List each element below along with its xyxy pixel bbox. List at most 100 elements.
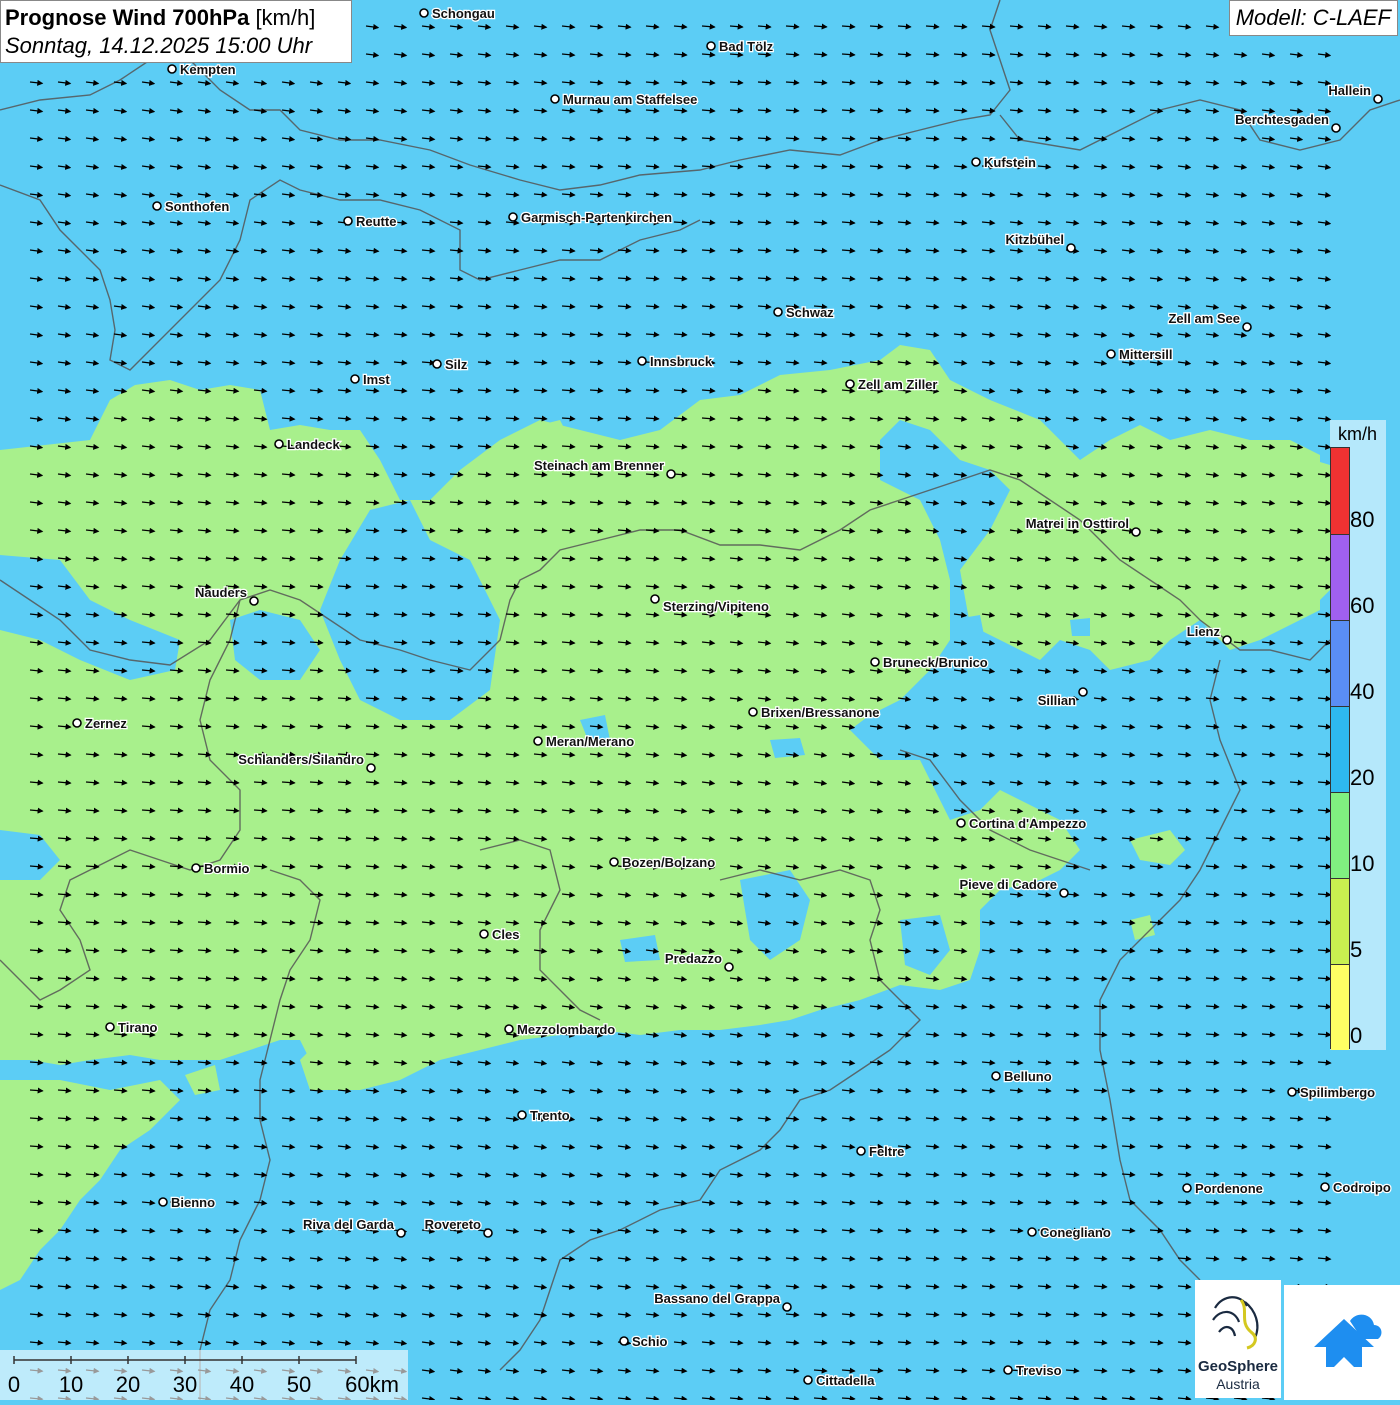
city-dot: [856, 1146, 866, 1156]
city-dot: [517, 1110, 527, 1120]
city-dot: [1222, 635, 1232, 645]
cloud-arrow-icon: [1314, 1314, 1382, 1367]
city-label: Bad Tölz: [719, 39, 774, 54]
city-dot: [650, 594, 660, 604]
legend-tick-80: 80: [1350, 507, 1375, 532]
city-label: Spilimbergo: [1300, 1085, 1375, 1100]
city-dot: [1078, 687, 1088, 697]
city-label: Reutte: [356, 214, 396, 229]
city-marker: Spilimbergo: [1287, 1084, 1376, 1101]
legend-tick-5: 5: [1350, 937, 1363, 962]
city-label: Zell am See: [1168, 311, 1240, 326]
city-label: Steinach am Brenner: [534, 458, 664, 473]
city-dot: [249, 596, 259, 606]
city-dot: [72, 718, 82, 728]
city-dot: [533, 736, 543, 746]
city-label: Mezzolombardo: [517, 1022, 615, 1037]
city-label: Cles: [492, 927, 519, 942]
city-dot: [773, 307, 783, 317]
city-label: Garmisch-Partenkirchen: [521, 210, 672, 225]
city-marker: Mezzolombardo: [504, 1021, 617, 1038]
city-dot: [666, 469, 676, 479]
city-dot: [991, 1071, 1001, 1081]
city-dot: [870, 657, 880, 667]
legend-tick-20: 20: [1350, 765, 1375, 790]
scale-label-10: 10: [59, 1372, 83, 1397]
city-dot: [504, 1024, 514, 1034]
city-label: Cittadella: [816, 1373, 875, 1388]
city-marker: Pordenone: [1182, 1180, 1264, 1197]
city-dot: [1373, 94, 1383, 104]
city-label: Pordenone: [1195, 1181, 1263, 1196]
legend-tick-0: 0: [1350, 1023, 1363, 1048]
city-label: Berchtesgaden: [1235, 112, 1329, 127]
scale-label-40: 40: [230, 1372, 254, 1397]
map-title-main: Prognose Wind 700hPa: [5, 5, 250, 30]
city-dot: [167, 64, 177, 74]
city-label: Innsbruck: [650, 354, 713, 369]
geosphere-logo[interactable]: GeoSphere Austria: [1195, 1280, 1281, 1398]
city-dot: [619, 1336, 629, 1346]
city-label: Schio: [632, 1334, 667, 1349]
scale-label-30: 30: [173, 1372, 197, 1397]
city-label: Bormio: [204, 861, 250, 876]
city-dot: [152, 201, 162, 211]
scale-label-0: 0: [8, 1372, 20, 1397]
legend-colorbar: [1330, 447, 1350, 1050]
scale-bar-ruler: 0 10 20 30 40 50 60km: [8, 1356, 399, 1397]
legend-tick-60: 60: [1350, 593, 1375, 618]
city-dot: [1242, 322, 1252, 332]
city-dot: [956, 818, 966, 828]
map-title-unit: [km/h]: [255, 5, 316, 30]
city-label: Hallein: [1328, 83, 1371, 98]
city-marker: Brixen/Bressanone: [748, 704, 881, 721]
legend-tick-10: 10: [1350, 851, 1375, 876]
city-label: Rovereto: [425, 1217, 481, 1232]
scale-label-50: 50: [287, 1372, 311, 1397]
city-label: Riva del Garda: [303, 1217, 395, 1232]
city-dot: [550, 94, 560, 104]
city-label: Murnau am Staffelsee: [563, 92, 697, 107]
city-marker: Innsbruck: [637, 353, 714, 370]
city-dot: [1287, 1087, 1297, 1097]
city-dot: [1331, 123, 1341, 133]
scale-label-20: 20: [116, 1372, 140, 1397]
city-label: Sonthofen: [165, 199, 229, 214]
city-dot: [748, 707, 758, 717]
logo-line-geosphere: GeoSphere: [1197, 1358, 1279, 1375]
city-label: Tirano: [118, 1020, 158, 1035]
city-dot: [483, 1228, 493, 1238]
legend-tick-40: 40: [1350, 679, 1375, 704]
city-marker: Cortina d'Ampezzo: [956, 815, 1088, 832]
wetter-app-logo[interactable]: [1284, 1285, 1400, 1400]
city-marker: Meran/Merano: [533, 733, 635, 750]
city-marker: Sonthofen: [152, 198, 231, 215]
city-label: Nauders: [195, 585, 247, 600]
city-label: Predazzo: [665, 951, 722, 966]
city-label: Conegliano: [1040, 1225, 1111, 1240]
city-marker: Zell am Ziller: [845, 376, 939, 393]
logo-line-austria: Austria: [1216, 1376, 1260, 1392]
city-label: Matrei in Osttirol: [1026, 516, 1129, 531]
city-label: Schlanders/Silandro: [238, 752, 364, 767]
city-dot: [637, 356, 647, 366]
city-label: Zernez: [85, 716, 127, 731]
city-dot: [1131, 527, 1141, 537]
legend-seg-0-5: [1331, 965, 1349, 1050]
city-label: Landeck: [287, 437, 341, 452]
city-dot: [1059, 888, 1069, 898]
city-dot: [508, 212, 518, 222]
city-label: Bienno: [171, 1195, 215, 1210]
legend-seg-20-40: [1331, 707, 1349, 793]
city-dot: [419, 8, 429, 18]
model-label: Modell: C-LAEF: [1228, 0, 1398, 36]
city-dot: [845, 379, 855, 389]
forecast-datetime: Sonntag, 14.12.2025 15:00 Uhr: [5, 33, 313, 58]
legend-seg-60-80: [1331, 535, 1349, 621]
city-label: Treviso: [1016, 1363, 1062, 1378]
city-dot: [609, 857, 619, 867]
city-label: Kitzbühel: [1006, 232, 1065, 247]
city-label: Mittersill: [1119, 347, 1172, 362]
city-dot: [366, 763, 376, 773]
city-label: Schwaz: [786, 305, 834, 320]
